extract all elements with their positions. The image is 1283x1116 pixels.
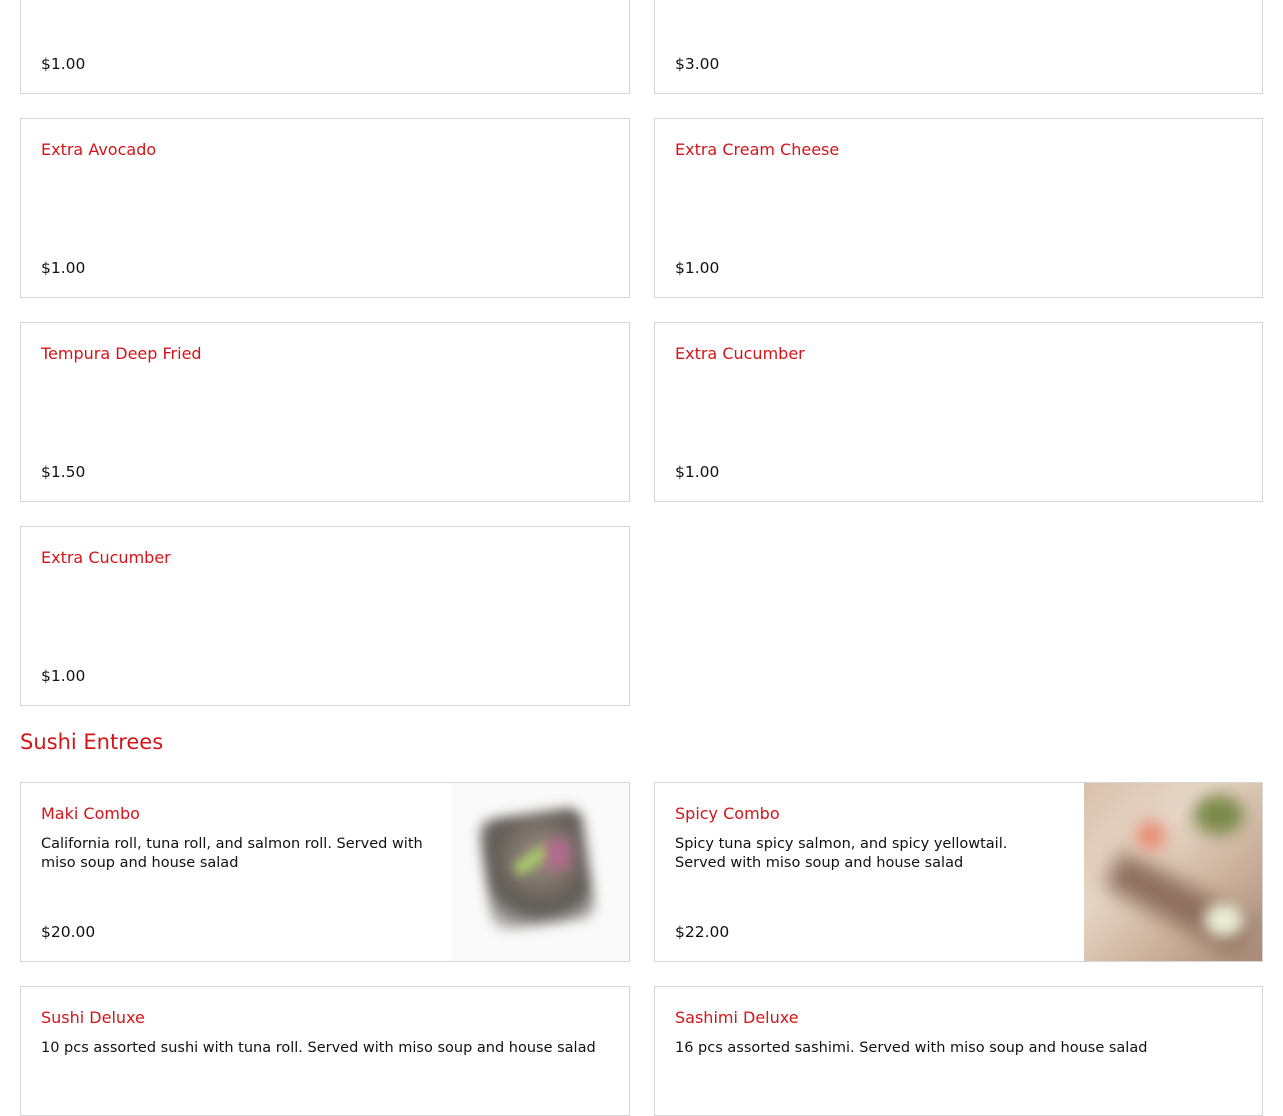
menu-item-card[interactable]: $1.00 [20, 0, 630, 94]
item-name: Sashimi Deluxe [675, 1008, 799, 1027]
menu-item-card[interactable]: Maki Combo California roll, tuna roll, a… [20, 782, 630, 962]
item-description: California roll, tuna roll, and salmon r… [41, 836, 423, 871]
menu-item-card[interactable]: Extra Cream Cheese $1.00 [654, 118, 1263, 298]
item-name: Extra Cucumber [675, 344, 805, 363]
item-name: Spicy Combo [675, 804, 780, 823]
menu-item-card[interactable]: Sushi Deluxe 10 pcs assorted sushi with … [20, 986, 630, 1116]
item-price: $1.00 [41, 667, 86, 685]
menu-item-card[interactable]: Tempura Deep Fried $1.50 [20, 322, 630, 502]
menu-item-card[interactable]: Extra Cucumber $1.00 [20, 526, 630, 706]
menu-item-card[interactable]: $3.00 [654, 0, 1263, 94]
item-photo [451, 783, 629, 961]
item-price: $1.00 [41, 259, 86, 277]
item-photo [1084, 783, 1262, 961]
item-price: $3.00 [675, 55, 720, 73]
menu-item-card[interactable]: Sashimi Deluxe 16 pcs assorted sashimi. … [654, 986, 1263, 1116]
item-name: Extra Cucumber [41, 548, 171, 567]
item-name: Extra Cream Cheese [675, 140, 840, 159]
item-price: $1.00 [675, 463, 720, 481]
item-price: $22.00 [675, 923, 730, 941]
item-name: Sushi Deluxe [41, 1008, 145, 1027]
item-description: 16 pcs assorted sashimi. Served with mis… [675, 1040, 1148, 1056]
item-price: $1.00 [675, 259, 720, 277]
section-title: Sushi Entrees [20, 730, 164, 754]
menu-item-card[interactable]: Extra Avocado $1.00 [20, 118, 630, 298]
item-description: Spicy tuna spicy salmon, and spicy yello… [675, 836, 1008, 871]
menu-item-card[interactable]: Spicy Combo Spicy tuna spicy salmon, and… [654, 782, 1263, 962]
item-name: Tempura Deep Fried [41, 344, 202, 363]
menu-item-card[interactable]: Extra Cucumber $1.00 [654, 322, 1263, 502]
item-price: $1.50 [41, 463, 86, 481]
item-description: 10 pcs assorted sushi with tuna roll. Se… [41, 1040, 596, 1056]
item-price: $1.00 [41, 55, 86, 73]
item-price: $20.00 [41, 923, 96, 941]
item-name: Maki Combo [41, 804, 140, 823]
item-name: Extra Avocado [41, 140, 157, 159]
